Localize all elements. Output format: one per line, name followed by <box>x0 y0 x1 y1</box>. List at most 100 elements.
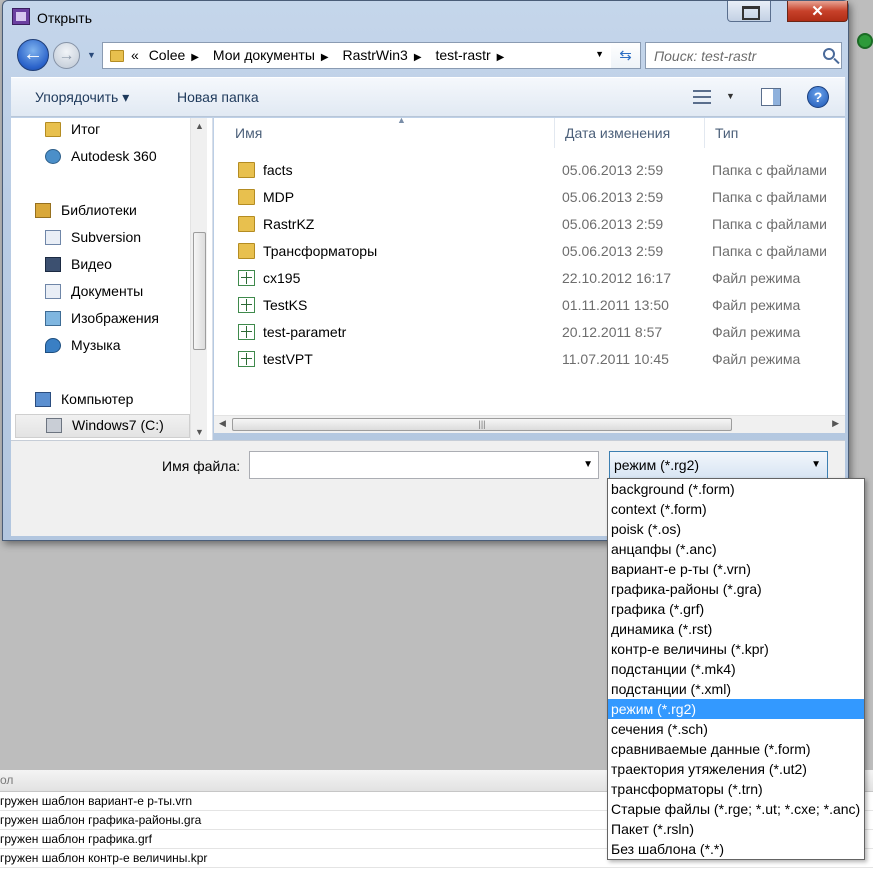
scroll-down-icon[interactable]: ▼ <box>195 427 204 437</box>
scroll-right-icon[interactable]: ▶ <box>832 418 839 429</box>
file-type-option[interactable]: графика-районы (*.gra) <box>608 579 864 599</box>
file-type-option[interactable]: Без шаблона (*.*) <box>608 839 864 859</box>
file-type-option[interactable]: poisk (*.os) <box>608 519 864 539</box>
file-list-hscrollbar[interactable]: ◀ ||| ▶ <box>214 415 845 433</box>
nav-item-music[interactable]: Музыка <box>45 335 195 357</box>
file-row[interactable]: testVPT 11.07.2011 10:45 Файл режима <box>225 346 845 373</box>
file-date: 05.06.2013 2:59 <box>562 243 664 259</box>
file-row[interactable]: RastrKZ 05.06.2013 2:59 Папка с файлами <box>225 211 845 238</box>
scroll-thumb[interactable] <box>193 232 206 350</box>
file-row[interactable]: TestKS 01.11.2011 13:50 Файл режима <box>225 292 845 319</box>
sort-ascending-icon: ▲ <box>397 118 406 125</box>
libraries-icon <box>35 203 51 218</box>
chevron-right-icon[interactable]: ▶ <box>414 52 422 63</box>
help-icon[interactable]: ? <box>807 86 829 108</box>
file-row[interactable]: Трансформаторы 05.06.2013 2:59 Папка с ф… <box>225 238 845 265</box>
view-options-icon[interactable] <box>693 90 711 104</box>
file-date: 01.11.2011 13:50 <box>562 297 669 313</box>
nav-item-documents[interactable]: Документы <box>45 281 195 303</box>
file-date: 22.10.2012 16:17 <box>562 270 671 286</box>
file-type-option[interactable]: Пакет (*.rsln) <box>608 819 864 839</box>
organize-button[interactable]: Упорядочить ▾ <box>35 89 129 106</box>
chevron-right-icon[interactable]: ▶ <box>191 52 199 63</box>
file-type-option[interactable]: графика (*.grf) <box>608 599 864 619</box>
file-type-option[interactable]: подстанции (*.xml) <box>608 679 864 699</box>
nav-item-itog[interactable]: Итог <box>45 119 195 141</box>
scroll-thumb[interactable]: ||| <box>232 418 732 431</box>
chevron-right-icon[interactable]: ▶ <box>497 52 505 63</box>
file-type: Файл режима <box>712 270 801 286</box>
address-dropdown-icon[interactable]: ▼ <box>595 49 604 59</box>
file-row[interactable]: test-parametr 20.12.2011 8:57 Файл режим… <box>225 319 845 346</box>
file-type-option[interactable]: динамика (*.rst) <box>608 619 864 639</box>
rg2-file-icon <box>238 324 255 340</box>
scroll-left-icon[interactable]: ◀ <box>219 418 226 429</box>
refresh-button[interactable]: ⇆ <box>611 42 641 69</box>
nav-item-autodesk[interactable]: Autodesk 360 <box>45 146 195 168</box>
title-bar[interactable]: Открыть ✕ <box>3 1 848 33</box>
nav-item-video[interactable]: Видео <box>45 254 195 276</box>
breadcrumb: « Colee ▶ Мои документы ▶ RastrWin3 ▶ test-… <box>131 47 514 63</box>
column-label: Тип <box>715 125 739 141</box>
computer-icon <box>35 392 51 407</box>
file-type-option[interactable]: сечения (*.sch) <box>608 719 864 739</box>
file-row[interactable]: facts 05.06.2013 2:59 Папка с файлами <box>225 157 845 184</box>
nav-item-subversion[interactable]: Subversion <box>45 227 195 249</box>
breadcrumb-item[interactable]: RastrWin3 <box>342 47 407 63</box>
preview-pane-icon[interactable] <box>761 88 781 106</box>
column-label: Имя <box>235 125 263 141</box>
chevron-down-icon[interactable]: ▼ <box>811 459 821 470</box>
view-dropdown-icon[interactable]: ▼ <box>726 91 735 101</box>
file-type-option[interactable]: context (*.form) <box>608 499 864 519</box>
nav-item-drive-c[interactable]: Windows7 (C:) <box>15 414 190 438</box>
chevron-right-icon[interactable]: ▶ <box>321 52 329 63</box>
chevron-down-icon[interactable]: ▼ <box>583 459 593 470</box>
file-date: 05.06.2013 2:59 <box>562 162 664 178</box>
breadcrumb-item[interactable]: Colee <box>149 47 186 63</box>
nav-item-libraries[interactable]: Библиотеки <box>35 200 195 222</box>
file-type-option[interactable]: контр-е величины (*.kpr) <box>608 639 864 659</box>
nav-scrollbar[interactable]: ▲ ▼ <box>190 118 207 440</box>
nav-item-computer[interactable]: Компьютер <box>35 389 195 411</box>
file-type-option[interactable]: траектория утяжеления (*.ut2) <box>608 759 864 779</box>
scroll-up-icon[interactable]: ▲ <box>195 121 204 131</box>
file-type-option[interactable]: background (*.form) <box>608 479 864 499</box>
new-folder-button[interactable]: Новая папка <box>177 89 259 105</box>
close-button[interactable]: ✕ <box>787 1 848 22</box>
pictures-icon <box>45 311 61 326</box>
nav-item-pictures[interactable]: Изображения <box>45 308 195 330</box>
file-type-option[interactable]: анцапфы (*.anc) <box>608 539 864 559</box>
address-bar[interactable]: « Colee ▶ Мои документы ▶ RastrWin3 ▶ test-… <box>102 42 612 69</box>
history-dropdown-icon[interactable]: ▼ <box>87 50 96 60</box>
file-type-option[interactable]: подстанции (*.mk4) <box>608 659 864 679</box>
column-header-name[interactable]: ▲ Имя <box>225 118 555 148</box>
file-row[interactable]: MDP 05.06.2013 2:59 Папка с файлами <box>225 184 845 211</box>
file-type-option[interactable]: сравниваемые данные (*.form) <box>608 739 864 759</box>
column-header-date[interactable]: Дата изменения <box>555 118 705 148</box>
file-type-option[interactable]: Старые файлы (*.rge; *.ut; *.cxe; *.anc) <box>608 799 864 819</box>
breadcrumb-item[interactable]: test-rastr <box>435 47 490 63</box>
nav-item-label: Документы <box>71 283 144 299</box>
file-type-option[interactable]: трансформаторы (*.trn) <box>608 779 864 799</box>
filename-input[interactable] <box>254 453 574 477</box>
column-header-type[interactable]: Тип <box>705 118 845 148</box>
file-list: ▲ Имя Дата изменения Тип facts 05.06.201… <box>214 118 845 415</box>
forward-button[interactable]: → <box>53 42 80 69</box>
search-box[interactable] <box>645 42 842 69</box>
breadcrumb-item[interactable]: Мои документы <box>213 47 315 63</box>
navigation-bar: ← → ▼ « Colee ▶ Мои документы ▶ RastrWin3 ▶… <box>11 37 845 75</box>
search-icon[interactable] <box>823 48 835 60</box>
filename-combobox[interactable]: ▼ <box>249 451 599 479</box>
file-type-option[interactable]: вариант-е р-ты (*.vrn) <box>608 559 864 579</box>
back-button[interactable]: ← <box>17 39 49 71</box>
maximize-button[interactable] <box>727 1 771 22</box>
file-row[interactable]: cx195 22.10.2012 16:17 Файл режима <box>225 265 845 292</box>
search-input[interactable] <box>654 44 814 68</box>
breadcrumb-overflow[interactable]: « <box>131 47 139 63</box>
file-type-filter[interactable]: режим (*.rg2) ▼ <box>609 451 828 479</box>
rg2-file-icon <box>238 297 255 313</box>
file-type-option-selected[interactable]: режим (*.rg2) <box>608 699 864 719</box>
file-name: testVPT <box>263 351 313 367</box>
rg2-file-icon <box>238 351 255 367</box>
file-type: Папка с файлами <box>712 162 827 178</box>
